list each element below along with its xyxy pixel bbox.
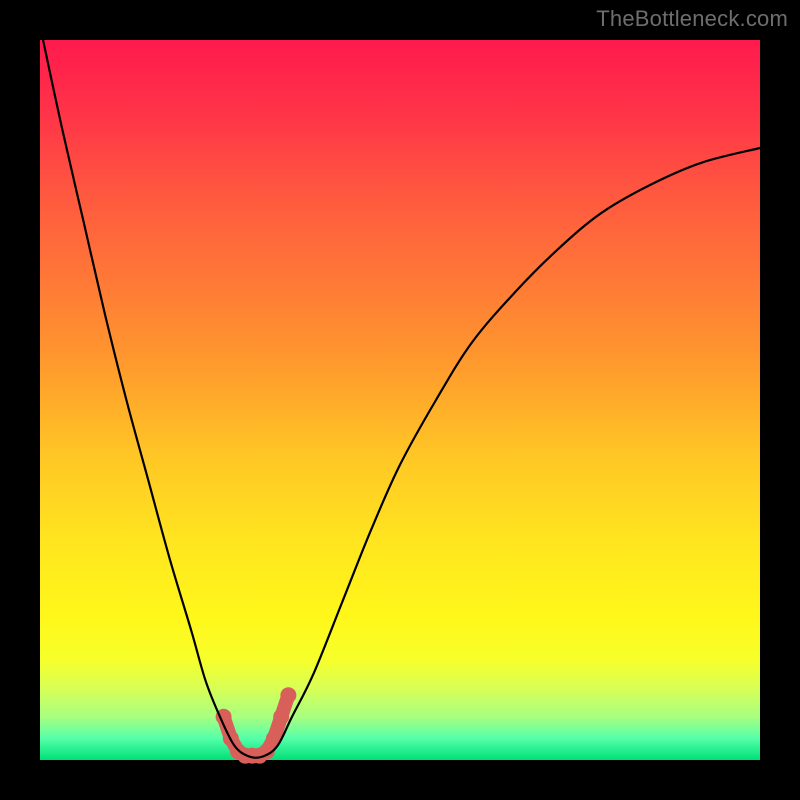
fit-marker bbox=[216, 687, 297, 763]
watermark-text: TheBottleneck.com bbox=[596, 6, 788, 32]
plot-area bbox=[40, 40, 760, 760]
bottleneck-curve bbox=[40, 26, 760, 758]
chart-frame: TheBottleneck.com bbox=[0, 0, 800, 800]
curve-layer bbox=[40, 40, 760, 760]
